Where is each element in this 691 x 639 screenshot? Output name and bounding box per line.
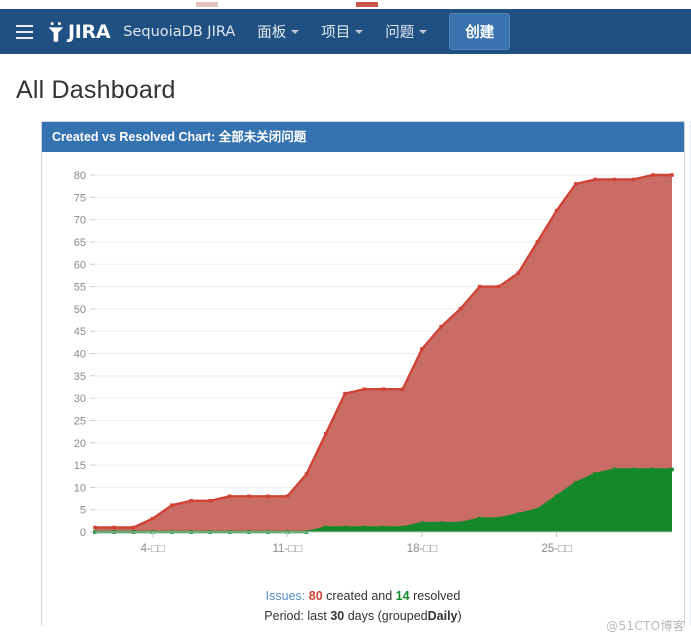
svg-text:0: 0 bbox=[80, 527, 86, 539]
svg-text:70: 70 bbox=[74, 215, 86, 227]
jira-logo[interactable]: JIRA bbox=[46, 21, 110, 43]
nav-item-label: 面板 bbox=[257, 21, 286, 42]
svg-text:4-□□: 4-□□ bbox=[141, 543, 165, 555]
jira-wordmark: JIRA bbox=[68, 21, 110, 43]
strip-artifact-right bbox=[356, 2, 378, 7]
svg-text:18-□□: 18-□□ bbox=[407, 543, 438, 555]
svg-text:10: 10 bbox=[74, 483, 86, 495]
issues-label: Issues: bbox=[266, 589, 306, 603]
issues-summary-line: Issues: 80 created and 14 resolved bbox=[42, 586, 684, 606]
nav-item-projects[interactable]: 项目 bbox=[321, 21, 363, 42]
strip-artifact-left bbox=[196, 2, 218, 7]
watermark: @51CTO博客 bbox=[606, 617, 685, 634]
period-mid: days (grouped bbox=[348, 609, 428, 623]
chevron-down-icon bbox=[291, 30, 299, 34]
page-title: All Dashboard bbox=[0, 54, 691, 121]
nav-item-dashboards[interactable]: 面板 bbox=[257, 21, 299, 42]
created-text: created and bbox=[326, 589, 392, 603]
top-navigation-bar: JIRA SequoiaDB JIRA 面板 项目 问题 创建 bbox=[0, 9, 691, 54]
chart-canvas: 0 5 10 15 20 25 30 35 40 45 50 55 60 65 70 75 80 4-□□ 11-□… bbox=[42, 162, 684, 582]
resolved-text: resolved bbox=[413, 589, 460, 603]
chevron-down-icon bbox=[355, 30, 363, 34]
svg-text:15: 15 bbox=[74, 460, 86, 472]
chart-footer: Issues: 80 created and 14 resolved Perio… bbox=[42, 582, 684, 626]
svg-text:65: 65 bbox=[74, 237, 86, 249]
created-vs-resolved-chart: 0 5 10 15 20 25 30 35 40 45 50 55 60 65 70 75 80 4-□□ 11-□… bbox=[42, 162, 684, 582]
gadget-body: 0 5 10 15 20 25 30 35 40 45 50 55 60 65 70 75 80 4-□□ 11-□… bbox=[42, 152, 684, 626]
period-group: Daily bbox=[428, 609, 458, 623]
nav-item-label: 项目 bbox=[321, 21, 350, 42]
svg-text:50: 50 bbox=[74, 304, 86, 316]
svg-text:75: 75 bbox=[74, 193, 86, 205]
site-name-link[interactable]: SequoiaDB JIRA bbox=[123, 24, 235, 40]
period-suffix: ) bbox=[458, 609, 462, 623]
hamburger-line bbox=[16, 37, 33, 39]
svg-text:60: 60 bbox=[74, 260, 86, 272]
svg-text:80: 80 bbox=[74, 170, 86, 182]
svg-text:35: 35 bbox=[74, 371, 86, 383]
nav-item-issues[interactable]: 问题 bbox=[385, 21, 427, 42]
svg-text:45: 45 bbox=[74, 326, 86, 338]
chevron-down-icon bbox=[419, 30, 427, 34]
svg-text:40: 40 bbox=[74, 349, 86, 361]
create-button[interactable]: 创建 bbox=[449, 13, 510, 50]
svg-text:20: 20 bbox=[74, 438, 86, 450]
browser-top-strip bbox=[0, 0, 691, 9]
hamburger-line bbox=[16, 25, 33, 27]
period-line: Period: last 30 days (groupedDaily) bbox=[42, 606, 684, 626]
gadget-title: Created vs Resolved Chart: 全部未关闭问题 bbox=[42, 122, 684, 152]
created-count: 80 bbox=[309, 589, 323, 603]
svg-text:11-□□: 11-□□ bbox=[272, 543, 302, 555]
period-prefix: Period: last bbox=[264, 609, 327, 623]
resolved-count: 14 bbox=[396, 589, 410, 603]
period-days: 30 bbox=[330, 609, 344, 623]
hamburger-menu-icon[interactable] bbox=[10, 18, 38, 46]
svg-text:30: 30 bbox=[74, 393, 86, 405]
svg-text:55: 55 bbox=[74, 282, 86, 294]
svg-text:25: 25 bbox=[74, 416, 86, 428]
created-vs-resolved-gadget: Created vs Resolved Chart: 全部未关闭问题 0 5 10 1… bbox=[41, 121, 685, 626]
svg-text:25-□□: 25-□□ bbox=[541, 543, 572, 555]
svg-text:5: 5 bbox=[80, 505, 86, 517]
nav-item-label: 问题 bbox=[385, 21, 414, 42]
hamburger-line bbox=[16, 31, 33, 33]
dashboard-area: Created vs Resolved Chart: 全部未关闭问题 0 5 10 1… bbox=[0, 121, 691, 626]
jira-mark-icon bbox=[46, 21, 66, 43]
